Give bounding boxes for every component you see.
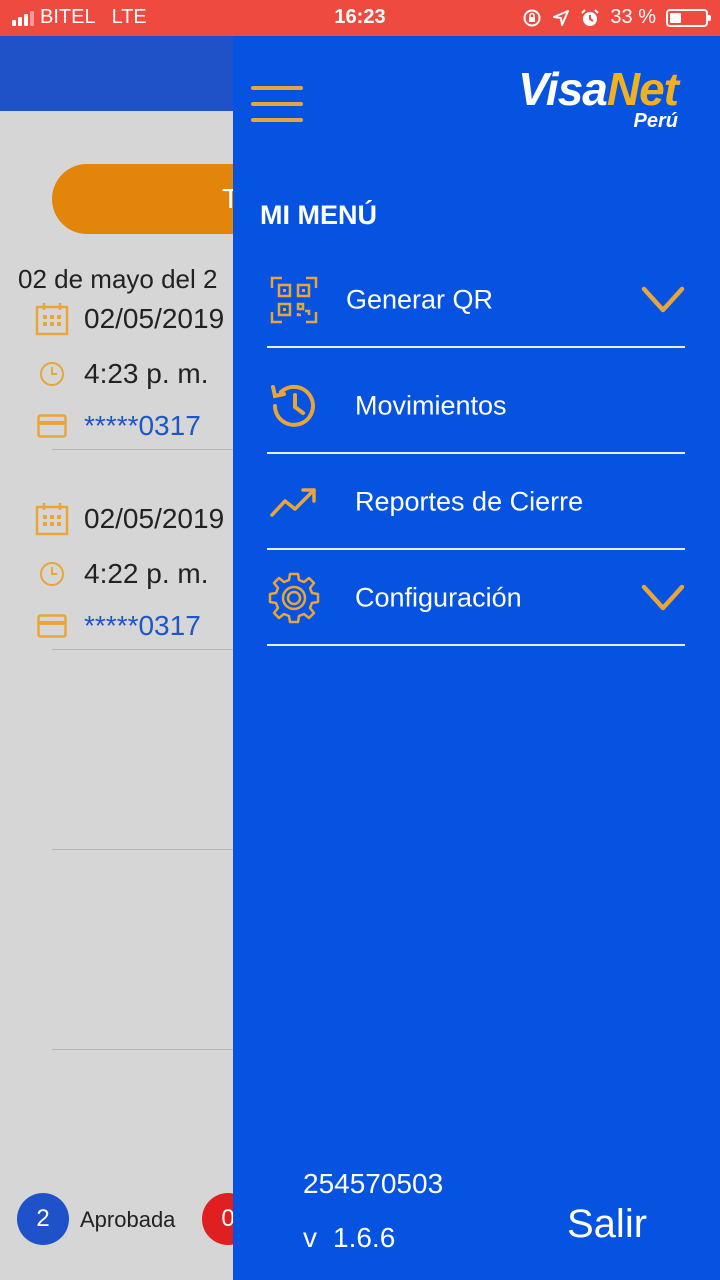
version-prefix: v	[303, 1222, 317, 1253]
history-icon	[267, 379, 321, 433]
divider	[52, 449, 252, 450]
tx-date: 02/05/2019	[84, 503, 225, 534]
tx-time-row: 4:23 p. m.	[34, 358, 209, 390]
menu-title: MI MENÚ	[260, 200, 377, 230]
alarm-icon	[581, 8, 600, 26]
rotation-lock-icon	[523, 9, 541, 26]
credit-card-icon	[34, 614, 70, 638]
menu-item-generar-qr[interactable]: Generar QR	[267, 252, 685, 348]
visanet-logo: VisaNet Perú	[517, 63, 679, 133]
menu-item-reportes-de-cierre[interactable]: Reportes de Cierre	[267, 454, 685, 550]
version-number: 1.6.6	[333, 1222, 396, 1253]
approved-count-badge[interactable]: 2	[17, 1193, 69, 1245]
approved-label: Aprobada	[80, 1207, 176, 1232]
battery-percent: 33 %	[610, 6, 656, 28]
menu-item-movimientos[interactable]: Movimientos	[267, 358, 685, 454]
divider	[52, 849, 252, 850]
calendar-icon	[34, 502, 70, 536]
gear-icon	[267, 571, 321, 625]
tx-card-row: *****0317	[34, 610, 201, 642]
menu-toggle-button[interactable]	[251, 86, 303, 122]
trend-up-icon	[267, 475, 321, 529]
tx-date-row: 02/05/2019	[34, 302, 224, 336]
chevron-down-icon[interactable]	[641, 285, 685, 315]
menu-item-label: Configuración	[355, 582, 522, 613]
tx-card-number: *****0317	[84, 410, 201, 441]
app-version: v 1.6.6	[303, 1222, 395, 1254]
menu-item-label: Reportes de Cierre	[355, 486, 584, 517]
divider	[267, 346, 685, 348]
divider	[267, 644, 685, 646]
tx-time: 4:23 p. m.	[84, 358, 209, 389]
clock-icon	[34, 561, 70, 587]
navigation-drawer: VisaNet Perú MI MENÚ Generar QR Movimien…	[233, 36, 720, 1280]
menu-item-label: Movimientos	[355, 390, 507, 421]
account-number: 254570503	[303, 1168, 444, 1199]
battery-icon	[666, 8, 711, 27]
tx-time-row: 4:22 p. m.	[34, 558, 209, 590]
tx-card-row: *****0317	[34, 410, 201, 442]
chevron-down-icon[interactable]	[641, 583, 685, 613]
qr-code-icon	[267, 273, 321, 327]
menu-item-configuracion[interactable]: Configuración	[267, 550, 685, 646]
calendar-icon	[34, 302, 70, 336]
logo-brand-net: Net	[606, 63, 679, 115]
status-bar: BITEL LTE 16:23 33 %	[0, 0, 720, 36]
tx-card-number: *****0317	[84, 610, 201, 641]
credit-card-icon	[34, 414, 70, 438]
date-heading: 02 de mayo del 2	[18, 264, 218, 294]
divider	[52, 649, 252, 650]
status-icons: 33 %	[522, 6, 711, 29]
logo-brand-visa: Visa	[517, 63, 608, 115]
location-icon	[553, 9, 570, 26]
tx-date: 02/05/2019	[84, 303, 225, 334]
menu-item-label: Generar QR	[346, 284, 494, 315]
divider	[52, 1049, 252, 1050]
logout-button[interactable]: Salir	[567, 1202, 647, 1247]
tx-time: 4:22 p. m.	[84, 558, 209, 589]
tx-date-row: 02/05/2019	[34, 502, 224, 536]
clock-icon	[34, 361, 70, 387]
